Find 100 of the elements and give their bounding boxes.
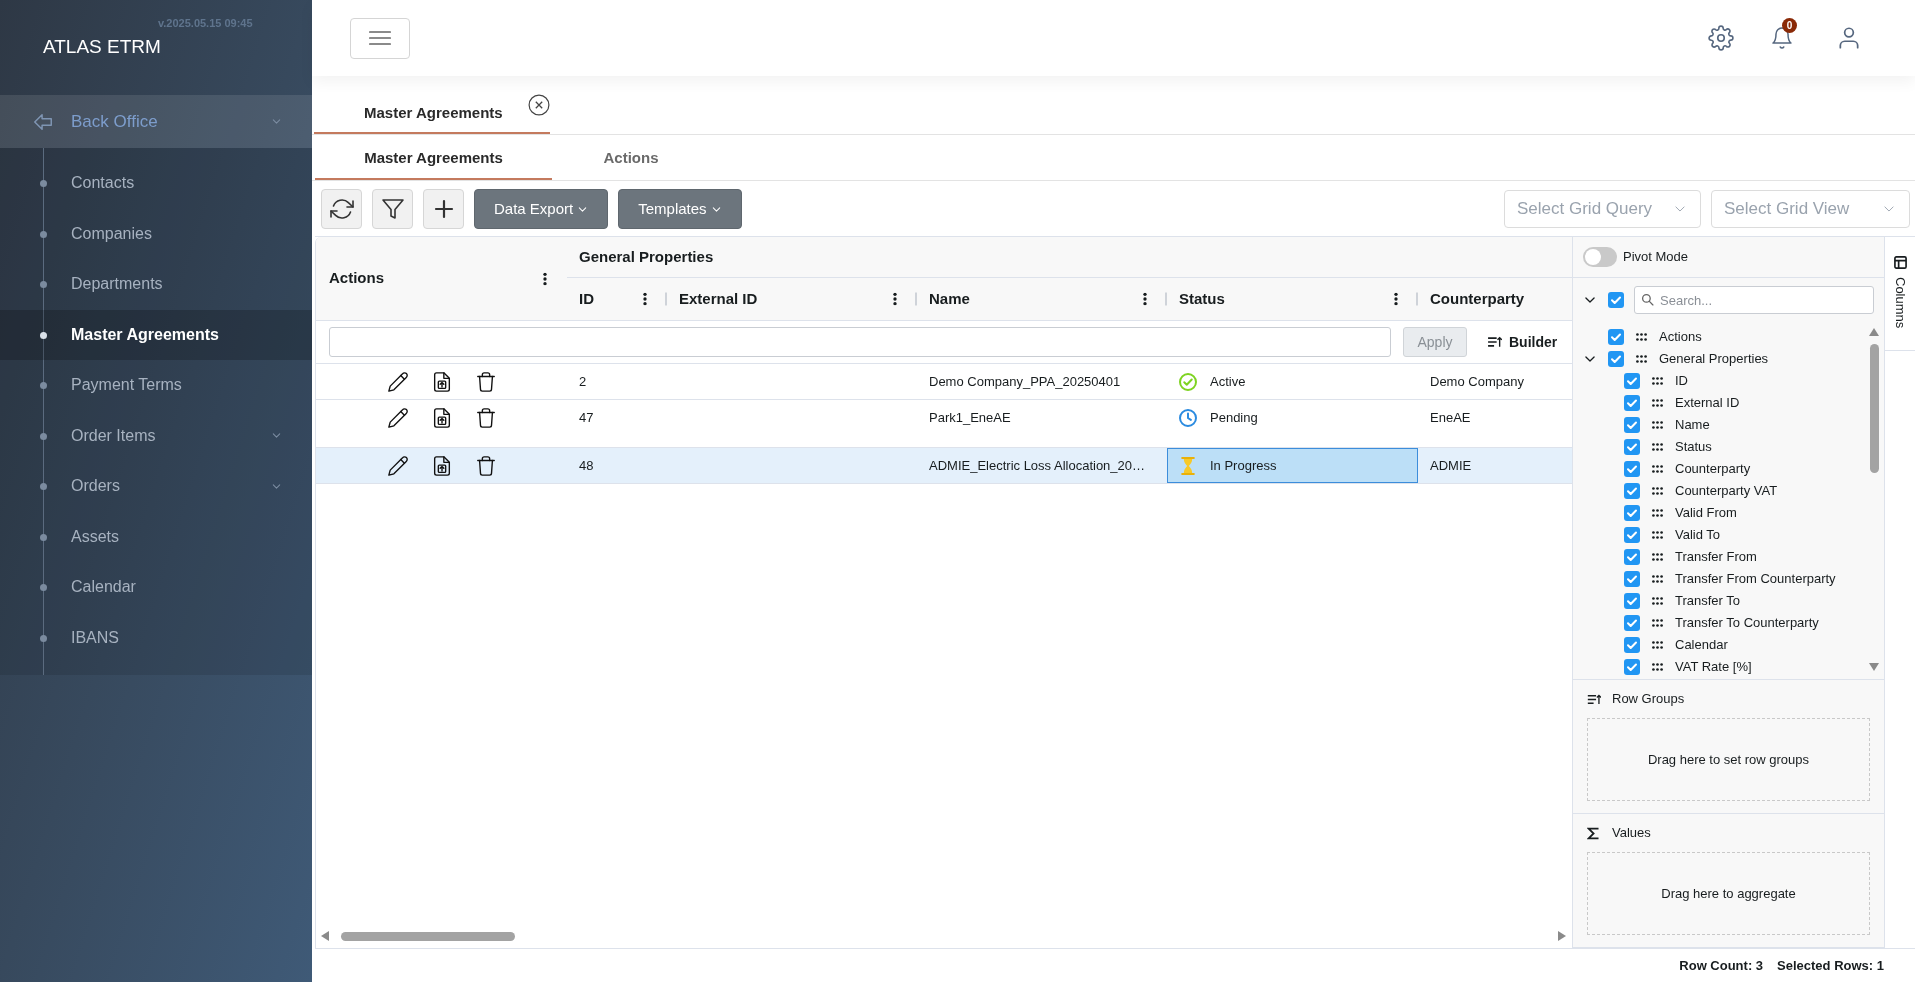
scrollbar-thumb[interactable] [1870,344,1879,473]
sidebar-item[interactable]: Companies [0,208,312,259]
checkbox[interactable] [1624,505,1640,521]
checkbox[interactable] [1624,461,1640,477]
menu-button[interactable] [350,17,410,59]
checkbox[interactable] [1624,417,1640,433]
column-label[interactable]: Status [1675,437,1712,457]
file-upload-icon[interactable] [431,406,453,429]
checkbox[interactable] [1624,593,1640,609]
column-menu-icon[interactable] [543,272,547,285]
column-label[interactable]: VAT Rate [%] [1675,657,1752,677]
column-label[interactable]: Calendar [1675,635,1728,655]
drag-handle-icon[interactable] [1652,487,1663,495]
checkbox[interactable] [1624,527,1640,543]
drag-handle-icon[interactable] [1652,509,1663,517]
settings-icon[interactable] [1708,25,1734,51]
column-header[interactable]: Status [1167,278,1418,320]
focused-cell[interactable]: In Progress [1167,448,1418,483]
sidebar-item[interactable]: Master Agreements [0,309,312,360]
drag-handle-icon[interactable] [1652,663,1663,671]
column-label[interactable]: Name [1675,415,1710,435]
checkbox[interactable] [1624,439,1640,455]
drag-handle-icon[interactable] [1652,443,1663,451]
scroll-right-icon[interactable] [1558,931,1566,941]
user-icon[interactable] [1836,24,1862,52]
sidebar-item[interactable]: IBANS [0,612,312,663]
column-header[interactable]: Counterparty [1418,278,1572,320]
pencil-icon[interactable] [387,454,409,477]
drag-handle-icon[interactable] [1652,421,1663,429]
column-menu-icon[interactable] [643,292,647,306]
builder-button[interactable]: Builder [1485,327,1560,357]
checkbox[interactable] [1608,351,1624,367]
sidebar-item[interactable]: Orders [0,461,312,512]
column-label[interactable]: Transfer From [1675,547,1757,567]
column-label[interactable]: Counterparty [1675,459,1751,479]
checkbox[interactable] [1624,483,1640,499]
close-icon[interactable] [528,94,550,116]
column-menu-icon[interactable] [1394,292,1398,306]
toggle-switch[interactable] [1583,247,1617,267]
scroll-down-icon[interactable] [1869,663,1879,671]
drop-zone[interactable]: Drag here to set row groups [1587,718,1870,801]
checkbox[interactable] [1608,329,1624,345]
drag-handle-icon[interactable] [1636,355,1647,363]
scrollbar-thumb[interactable] [341,931,515,941]
tab[interactable]: Actions [552,135,710,180]
column-header[interactable]: ID [567,278,667,320]
checkbox[interactable] [1624,549,1640,565]
checkbox[interactable] [1624,637,1640,653]
sidebar-item[interactable]: Contacts [0,158,312,209]
checkbox[interactable] [1624,571,1640,587]
pencil-icon[interactable] [387,406,409,429]
file-upload-icon[interactable] [431,454,453,477]
drag-handle-icon[interactable] [1652,575,1663,583]
checkbox[interactable] [1624,373,1640,389]
trash-icon[interactable] [475,454,497,477]
column-header[interactable]: Name [917,278,1167,320]
pencil-icon[interactable] [387,370,409,393]
sidebar-item[interactable]: Order Items [0,410,312,461]
column-label[interactable]: Valid From [1675,503,1737,523]
checkbox[interactable] [1608,292,1624,308]
drag-handle-icon[interactable] [1652,465,1663,473]
tab[interactable]: Master Agreements [314,92,550,134]
column-label[interactable]: Transfer From Counterparty [1675,569,1836,589]
filter-button[interactable] [372,189,413,229]
column-label[interactable]: External ID [1675,393,1740,413]
column-label[interactable]: Actions [1659,327,1702,347]
scroll-left-icon[interactable] [321,931,329,941]
drag-handle-icon[interactable] [1652,619,1663,627]
scroll-up-icon[interactable] [1869,328,1879,336]
dropdown-button[interactable]: Data Export [474,189,609,229]
dropdown-button[interactable]: Templates [618,189,742,229]
column-label[interactable]: Transfer To [1675,591,1741,611]
sidebar-item[interactable]: Assets [0,511,312,562]
column-label[interactable]: Valid To [1675,525,1721,545]
drop-zone[interactable]: Drag here to aggregate [1587,852,1870,935]
drag-handle-icon[interactable] [1636,333,1647,341]
trash-icon[interactable] [475,406,497,429]
sidebar-item[interactable]: Departments [0,259,312,310]
drag-handle-icon[interactable] [1652,597,1663,605]
checkbox[interactable] [1624,615,1640,631]
add-button[interactable] [423,189,464,229]
column-label[interactable]: ID [1675,371,1688,391]
drag-handle-icon[interactable] [1652,553,1663,561]
column-label[interactable]: Transfer To Counterparty [1675,613,1819,633]
checkbox[interactable] [1624,659,1640,675]
tab[interactable]: Master Agreements [315,135,552,180]
drag-handle-icon[interactable] [1652,641,1663,649]
drag-handle-icon[interactable] [1652,377,1663,385]
column-header[interactable]: External ID [667,278,917,320]
drag-handle-icon[interactable] [1652,531,1663,539]
table-row[interactable]: 48 ADMIE_Electric Loss Allocation_20… In Progress ADMIE [316,448,1572,484]
column-menu-icon[interactable] [1143,292,1147,306]
column-menu-icon[interactable] [893,292,897,306]
trash-icon[interactable] [475,370,497,393]
checkbox[interactable] [1624,395,1640,411]
search-field[interactable]: Search... [1634,286,1874,314]
drag-handle-icon[interactable] [1652,399,1663,407]
column-label[interactable]: Counterparty VAT [1675,481,1778,501]
column-header[interactable]: Actions [316,237,567,320]
sidebar-item[interactable]: Payment Terms [0,360,312,411]
